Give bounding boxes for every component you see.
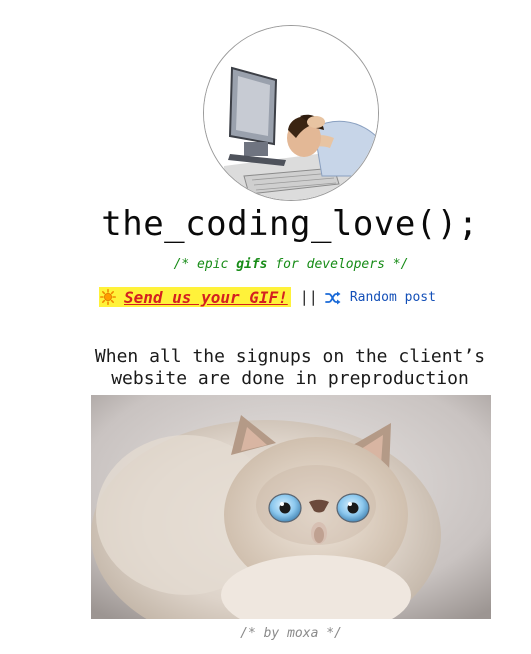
send-gif-label: Send us your GIF! — [124, 287, 288, 307]
shuffle-icon — [324, 290, 341, 305]
tagline-bold: gifs — [236, 257, 268, 272]
startled-cat-illustration — [91, 395, 491, 619]
nav-row: Send us your GIF! || Random post — [99, 286, 436, 308]
post-byline: /* by moxa */ — [240, 626, 342, 641]
post-title-link[interactable]: When all the signups on the client’s web… — [60, 346, 520, 390]
random-post-link[interactable]: Random post — [324, 289, 436, 305]
tagline-suffix: for developers */ — [267, 257, 409, 272]
post-gif-image[interactable] — [91, 395, 491, 619]
site-tagline: /* epic gifs for developers */ — [0, 257, 531, 272]
random-post-label: Random post — [349, 289, 436, 305]
developer-headdesk-icon — [204, 26, 378, 200]
site-logo-avatar[interactable] — [203, 25, 379, 201]
sun-icon — [100, 289, 116, 305]
nav-separator: || — [299, 288, 318, 306]
send-gif-link[interactable]: Send us your GIF! — [99, 287, 291, 307]
site-title[interactable]: the_coding_love(); — [0, 204, 531, 244]
tagline-prefix: /* epic — [173, 257, 237, 272]
